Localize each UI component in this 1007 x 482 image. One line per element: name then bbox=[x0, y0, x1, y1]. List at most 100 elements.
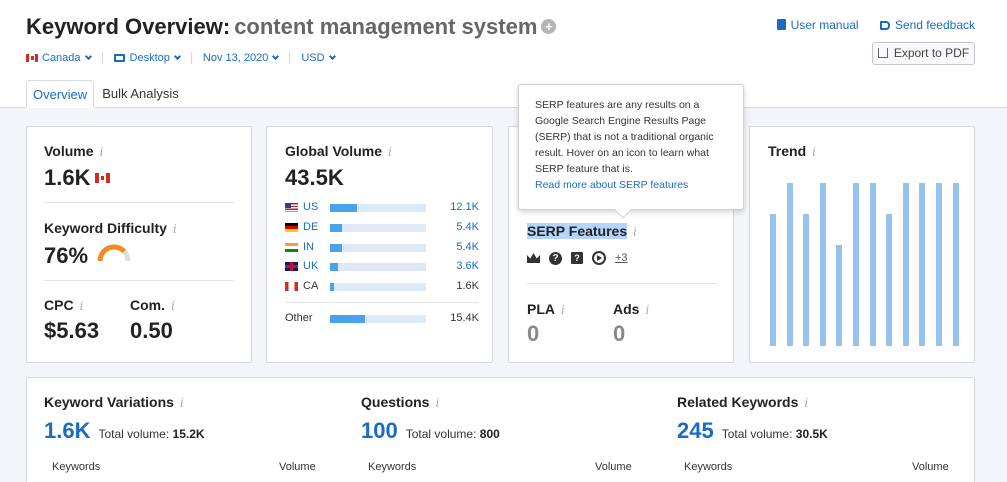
chevron-down-icon bbox=[84, 52, 92, 61]
info-icon[interactable]: i bbox=[561, 303, 565, 317]
trend-bar[interactable] bbox=[836, 244, 843, 346]
faq-icon[interactable]: ? bbox=[571, 252, 583, 264]
info-icon[interactable]: i bbox=[388, 145, 392, 159]
country-row-ca: CA 1.6K bbox=[285, 280, 479, 294]
chevron-down-icon bbox=[173, 52, 181, 61]
trend-bar[interactable] bbox=[902, 183, 909, 346]
volume-bar bbox=[330, 244, 426, 252]
tab-bar: Overview Bulk Analysis bbox=[26, 80, 185, 108]
filters-bar: Canada Desktop Nov 13, 2020 USD bbox=[26, 52, 357, 64]
country-select[interactable]: Canada bbox=[26, 52, 103, 64]
trend-bar[interactable] bbox=[786, 183, 793, 346]
trend-bar[interactable] bbox=[770, 213, 776, 346]
uk-flag-icon bbox=[285, 262, 298, 271]
pla-value: 0 bbox=[527, 321, 540, 346]
user-manual-link[interactable]: User manual bbox=[776, 18, 859, 32]
trend-bar[interactable] bbox=[936, 183, 942, 346]
canada-flag-icon bbox=[95, 173, 111, 183]
trend-bar[interactable] bbox=[952, 183, 959, 346]
serp-read-more-link[interactable]: Read more about SERP features bbox=[535, 177, 727, 193]
related-keywords-count[interactable]: 245 bbox=[677, 418, 714, 443]
trend-bar[interactable] bbox=[869, 183, 876, 346]
serp-icons: ? ? +3 bbox=[527, 251, 637, 265]
total-volume: Total volume: 30.5K bbox=[721, 427, 828, 441]
info-icon[interactable]: i bbox=[100, 145, 104, 159]
de-flag-icon bbox=[285, 223, 298, 232]
canada-flag-icon bbox=[26, 54, 38, 62]
info-icon[interactable]: i bbox=[645, 303, 649, 317]
book-icon bbox=[776, 19, 786, 30]
country-row-other: Other 15.4K bbox=[285, 312, 479, 324]
ads-label: Ads i bbox=[613, 301, 650, 317]
info-icon[interactable]: i bbox=[812, 145, 816, 159]
desktop-icon bbox=[113, 54, 125, 62]
volume-bar-fill bbox=[330, 283, 334, 291]
info-icon[interactable]: i bbox=[633, 225, 637, 239]
volume-bar-fill bbox=[330, 315, 365, 323]
date-select[interactable]: Nov 13, 2020 bbox=[203, 52, 291, 64]
questions-section: Questions i 100 Total volume: 800 bbox=[361, 394, 651, 444]
keyword-text: content management system bbox=[234, 14, 538, 39]
trend-bar[interactable] bbox=[803, 213, 810, 346]
in-flag-icon bbox=[285, 243, 298, 252]
device-select[interactable]: Desktop bbox=[113, 52, 192, 64]
volume-bar bbox=[330, 315, 426, 323]
total-volume: Total volume: 15.2K bbox=[98, 427, 205, 441]
currency-select[interactable]: USD bbox=[301, 52, 345, 64]
cpc-label: CPC i bbox=[44, 297, 84, 313]
column-header-volume: Volume bbox=[279, 461, 316, 473]
keyword-variations-summary: 1.6K Total volume: 15.2K bbox=[44, 418, 334, 444]
questions-label: Questions i bbox=[361, 394, 440, 410]
megaphone-icon bbox=[879, 21, 890, 30]
export-pdf-button[interactable]: Export to PDF bbox=[872, 42, 975, 65]
volume-bar bbox=[330, 283, 426, 291]
page-title-text: Keyword Overview: bbox=[26, 14, 231, 39]
related-keywords-summary: 245 Total volume: 30.5K bbox=[677, 418, 967, 444]
video-play-icon[interactable] bbox=[592, 251, 606, 265]
ads-value: 0 bbox=[613, 321, 626, 346]
tooltip-text: SERP features are any results on a Googl… bbox=[535, 99, 714, 175]
plus-circle-icon[interactable]: + bbox=[541, 19, 557, 34]
volume-value: 1.6K bbox=[44, 165, 111, 191]
serp-tooltip: SERP features are any results on a Googl… bbox=[518, 84, 744, 219]
info-icon[interactable]: i bbox=[173, 222, 177, 236]
trend-bar[interactable] bbox=[886, 213, 893, 346]
trend-bar[interactable] bbox=[919, 183, 926, 346]
currency-label: USD bbox=[301, 52, 325, 64]
send-feedback-link[interactable]: Send feedback bbox=[879, 18, 975, 32]
serp-features-label: SERP Features i bbox=[527, 223, 637, 239]
export-icon bbox=[877, 48, 888, 58]
country-row-uk[interactable]: UK 3.6K bbox=[285, 260, 479, 274]
more-serp-features-link[interactable]: +3 bbox=[615, 252, 628, 264]
chevron-down-icon bbox=[272, 52, 280, 61]
trend-chart bbox=[770, 183, 970, 346]
country-row-in[interactable]: IN 5.4K bbox=[285, 241, 479, 255]
column-header-keywords: Keywords bbox=[368, 461, 417, 473]
column-header-volume: Volume bbox=[912, 461, 949, 473]
country-row-de[interactable]: DE 5.4K bbox=[285, 221, 479, 235]
info-icon[interactable]: i bbox=[804, 396, 808, 410]
tab-bulk-analysis[interactable]: Bulk Analysis bbox=[96, 80, 185, 108]
crown-icon[interactable] bbox=[527, 253, 540, 263]
device-label: Desktop bbox=[129, 52, 170, 64]
country-label: Canada bbox=[42, 52, 81, 64]
country-row-us[interactable]: US 12.1K bbox=[285, 201, 479, 215]
divider bbox=[44, 202, 234, 203]
question-circle-icon[interactable]: ? bbox=[549, 251, 562, 265]
com-label: Com. i bbox=[130, 297, 175, 313]
trend-bar[interactable] bbox=[819, 183, 826, 346]
info-icon[interactable]: i bbox=[435, 396, 439, 410]
trend-bar[interactable] bbox=[853, 183, 859, 346]
tab-overview[interactable]: Overview bbox=[26, 80, 95, 108]
cpc-value: $5.63 bbox=[44, 318, 100, 343]
volume-bar bbox=[330, 263, 426, 271]
info-icon[interactable]: i bbox=[171, 299, 175, 313]
info-icon[interactable]: i bbox=[180, 396, 184, 410]
kd-gauge bbox=[97, 244, 131, 262]
info-icon[interactable]: i bbox=[80, 299, 84, 313]
trend-label: Trend i bbox=[768, 143, 816, 159]
volume-bar bbox=[330, 224, 426, 232]
keyword-variations-count[interactable]: 1.6K bbox=[44, 418, 90, 443]
trend-card: Trend i bbox=[749, 126, 975, 363]
questions-count[interactable]: 100 bbox=[361, 418, 398, 443]
